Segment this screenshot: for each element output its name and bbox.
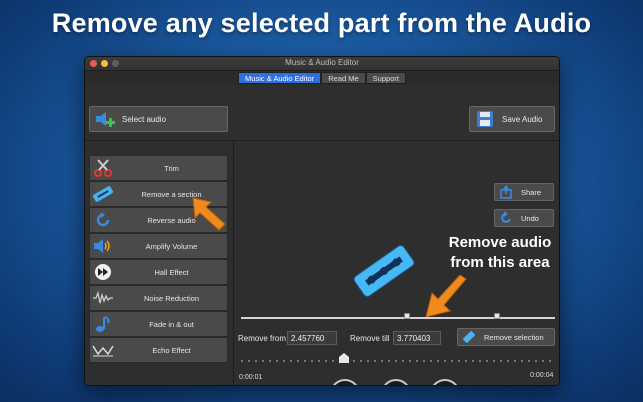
remove-selection-button[interactable]: Remove selection [457,328,555,346]
toolbar-divider [85,140,559,141]
annotation-line-1: Remove audio [448,234,552,251]
remove-till-label: Remove till [350,334,390,343]
panel-divider [233,141,234,385]
razor-blade-illustration-icon [353,245,415,297]
tool-echo-effect[interactable]: Echo Effect [89,337,228,363]
tool-hall-effect-label: Hall Effect [154,267,189,277]
undo-label: Undo [521,213,539,223]
title-bar: Music & Audio Editor [85,57,559,71]
tab-support[interactable]: Support [365,72,406,84]
select-audio-button[interactable]: Select audio [89,106,228,132]
playhead-icon[interactable] [339,353,349,363]
end-time: 0:00:04 [530,372,554,379]
add-audio-icon [96,112,115,127]
select-audio-label: Select audio [122,114,167,124]
tab-read-me[interactable]: Read Me [321,72,366,84]
annotation-line-2: from this area [450,254,550,271]
annotation-text: Remove audio from this area [435,233,559,273]
share-button[interactable]: Share [494,183,554,201]
tool-fade-in-out-label: Fade in & out [149,319,194,329]
music-note-icon [90,312,116,336]
remove-from-label: Remove from [238,334,287,343]
floppy-disk-icon [477,111,493,127]
tab-bar: Music & Audio Editor Read Me Support [85,71,559,85]
save-audio-label: Save Audio [502,114,543,124]
tool-fade-in-out[interactable]: Fade in & out [89,311,228,337]
save-audio-button[interactable]: Save Audio [469,106,555,132]
share-label: Share [521,187,542,197]
start-time: 0:00:01 [239,374,263,381]
reverse-icon [90,208,116,232]
scissors-icon [90,156,116,180]
tab-music-audio-editor[interactable]: Music & Audio Editor [238,72,322,84]
editor-content: Select audio Save Audio Trim Remove a se… [85,85,559,385]
selection-end-marker[interactable] [494,313,500,319]
selection-track[interactable] [241,317,555,319]
speaker-icon [90,234,116,258]
tool-trim-label: Trim [164,163,179,173]
fast-forward-icon [90,260,116,284]
pause-button[interactable] [381,379,411,385]
echo-icon [90,338,116,362]
remove-selection-label: Remove selection [484,332,544,342]
timeline-scrubber[interactable] [241,360,555,362]
eraser-icon [463,331,475,343]
undo-button[interactable]: Undo [494,209,554,227]
razor-blade-icon [90,182,116,206]
undo-icon [501,211,511,223]
waveform-icon [90,286,116,310]
tools-list: Trim Remove a section Reverse audio Ampl… [89,155,228,363]
page-headline: Remove any selected part from the Audio [51,8,592,38]
selection-start-marker[interactable] [404,313,410,319]
tool-amplify-volume-label: Amplify Volume [145,241,198,251]
pointer-arrow-icon [192,197,226,231]
remove-from-field[interactable]: 2.457760 [287,331,337,345]
share-icon [500,185,512,199]
remove-till-field[interactable]: 3.770403 [393,331,441,345]
play-button[interactable] [330,379,360,385]
tool-trim[interactable]: Trim [89,155,228,181]
window-title: Music & Audio Editor [285,58,359,67]
tool-noise-reduction[interactable]: Noise Reduction [89,285,228,311]
app-window: Music & Audio Editor Music & Audio Edito… [84,56,560,386]
tool-hall-effect[interactable]: Hall Effect [89,259,228,285]
stop-button[interactable] [430,379,460,385]
tool-echo-effect-label: Echo Effect [152,345,191,355]
pointer-arrow-down-icon [425,275,467,318]
tool-amplify-volume[interactable]: Amplify Volume [89,233,228,259]
tool-noise-reduction-label: Noise Reduction [143,293,200,303]
